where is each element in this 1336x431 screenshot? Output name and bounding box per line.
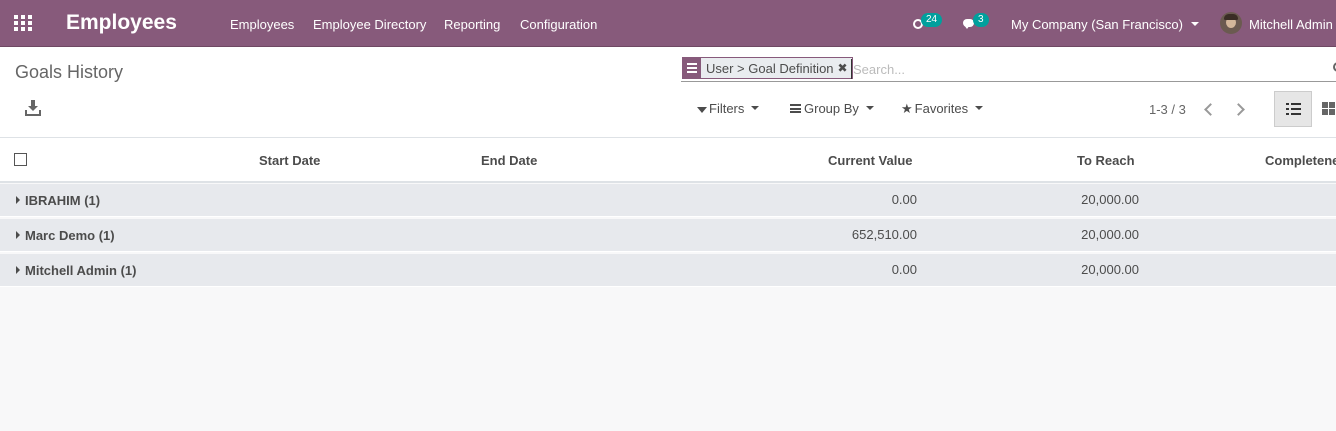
group-to-reach: 20,000.00 — [1081, 227, 1139, 242]
table-header: Start Date End Date Current Value To Rea… — [0, 138, 1336, 183]
apps-menu-icon[interactable] — [14, 15, 32, 31]
caret-down-icon — [865, 105, 874, 110]
menu-reporting[interactable]: Reporting — [444, 17, 500, 32]
pager-value[interactable]: 1-3 / 3 — [1149, 102, 1186, 117]
column-to-reach[interactable]: To Reach — [1077, 153, 1135, 168]
kanban-view-button[interactable] — [1312, 91, 1336, 127]
favorites-dropdown[interactable]: ★ Favorites — [901, 101, 984, 117]
group-row[interactable]: IBRAHIM (1) 0.00 20,000.00 — [0, 184, 1336, 217]
group-current-value: 0.00 — [891, 262, 917, 277]
filters-label: Filters — [709, 101, 745, 116]
group-by-dropdown[interactable]: Group By — [790, 101, 874, 116]
column-completeness[interactable]: Completeness — [1265, 153, 1336, 168]
group-by-label: Group By — [804, 101, 859, 116]
chevron-right-icon — [1232, 103, 1245, 116]
group-to-reach: 20,000.00 — [1081, 262, 1139, 277]
search-input[interactable] — [851, 59, 1321, 79]
close-icon[interactable]: ✖ — [838, 61, 852, 75]
group-name: Mitchell Admin (1) — [25, 263, 137, 278]
favorites-label: Favorites — [914, 101, 969, 116]
avatar[interactable] — [1220, 12, 1242, 34]
caret-down-icon — [975, 105, 984, 110]
filter-icon — [697, 107, 707, 113]
activity-count-badge: 24 — [921, 13, 943, 27]
group-current-value: 0.00 — [891, 192, 917, 207]
chevron-left-icon — [1204, 103, 1217, 116]
group-current-value: 652,510.00 — [851, 227, 917, 242]
control-panel: Goals History User > Goal Definition ✖ F… — [0, 47, 1336, 138]
group-to-reach: 20,000.00 — [1081, 192, 1139, 207]
select-all-checkbox[interactable] — [14, 153, 27, 166]
app-title[interactable]: Employees — [66, 11, 177, 35]
company-switcher[interactable]: My Company (San Francisco) — [1011, 17, 1199, 32]
export-button[interactable] — [25, 99, 43, 117]
group-row[interactable]: Mitchell Admin (1) 0.00 20,000.00 — [0, 254, 1336, 287]
column-end-date[interactable]: End Date — [481, 153, 537, 168]
message-count-badge: 3 — [973, 13, 989, 27]
facet-value: User > Goal Definition — [706, 60, 834, 76]
caret-down-icon — [1190, 21, 1199, 26]
company-name: My Company (San Francisco) — [1011, 17, 1183, 32]
filters-dropdown[interactable]: Filters — [697, 101, 760, 116]
caret-right-icon — [16, 196, 20, 204]
caret-down-icon — [751, 105, 760, 110]
menu-employees[interactable]: Employees — [230, 17, 294, 32]
breadcrumb: Goals History — [15, 62, 124, 82]
pager-previous-button[interactable] — [1200, 101, 1218, 119]
group-name: IBRAHIM (1) — [25, 193, 101, 208]
group-name: Marc Demo (1) — [25, 228, 115, 243]
star-icon: ★ — [901, 101, 913, 116]
search-facet[interactable]: User > Goal Definition ✖ — [682, 57, 853, 79]
menu-employee-directory[interactable]: Employee Directory — [313, 17, 426, 32]
search-bar: User > Goal Definition ✖ — [681, 56, 1336, 82]
top-navbar: Employees Employees Employee Directory R… — [0, 0, 1336, 47]
column-current-value[interactable]: Current Value — [828, 153, 913, 168]
menu-configuration[interactable]: Configuration — [520, 17, 597, 32]
column-start-date[interactable]: Start Date — [259, 153, 320, 168]
bars-icon — [790, 104, 801, 114]
pager-next-button[interactable] — [1232, 101, 1250, 119]
user-menu[interactable]: Mitchell Admin — [1249, 17, 1333, 32]
group-row[interactable]: Marc Demo (1) 652,510.00 20,000.00 — [0, 219, 1336, 252]
activity-menu[interactable]: 24 — [911, 13, 945, 33]
list-view-button[interactable] — [1274, 91, 1312, 127]
caret-right-icon — [16, 266, 20, 274]
group-by-facet-icon — [683, 57, 701, 79]
messaging-menu[interactable]: 3 — [961, 13, 995, 33]
caret-right-icon — [16, 231, 20, 239]
